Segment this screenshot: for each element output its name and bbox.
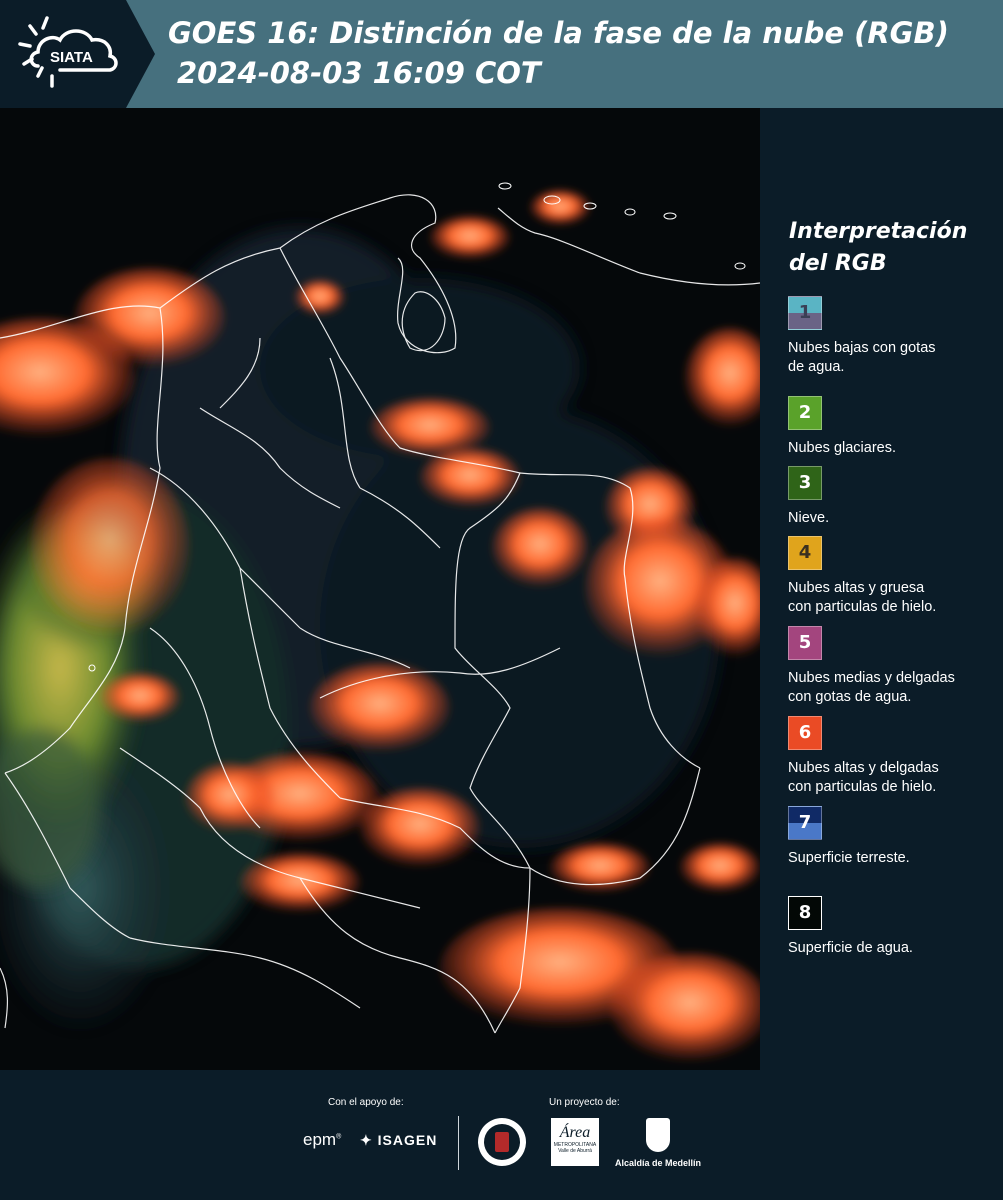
epm-logo[interactable]: epm® bbox=[303, 1130, 341, 1150]
legend-label-line1: Nubes glaciares. bbox=[788, 440, 896, 456]
legend-label-line1: Superficie de agua. bbox=[788, 940, 913, 956]
legend-swatch: 1 bbox=[788, 296, 822, 330]
project-label: Un proyecto de: bbox=[549, 1097, 620, 1108]
legend-item-5: 5 Nubes medias y delgadas con gotas de agu… bbox=[788, 626, 1003, 707]
siata-logo[interactable]: SIATA bbox=[0, 0, 155, 108]
legend-swatch: 8 bbox=[788, 896, 822, 930]
legend-item-6: 6 Nubes altas y delgadas con particulas de… bbox=[788, 716, 1003, 797]
legend-label: Nubes altas y gruesa con particulas de hi… bbox=[788, 579, 1003, 617]
isagen-wordmark: ISAGEN bbox=[377, 1132, 438, 1148]
legend-label: Nubes bajas con gotas de agua. bbox=[788, 339, 1003, 377]
legend-label: Nubes altas y delgadas con particulas de … bbox=[788, 759, 1003, 797]
legend-swatch: 3 bbox=[788, 466, 822, 500]
page-title: GOES 16: Distinción de la fase de la nub… bbox=[168, 16, 949, 50]
legend-label: Nubes glaciares. bbox=[788, 439, 1003, 458]
support-label: Con el apoyo de: bbox=[328, 1097, 404, 1108]
legend-item-1: 1 Nubes bajas con gotas de agua. bbox=[788, 296, 1003, 377]
area-metropolitana-logo[interactable]: Área METROPOLITANA Valle de Aburrá bbox=[551, 1118, 599, 1166]
legend-swatch: 6 bbox=[788, 716, 822, 750]
epm-wordmark: epm bbox=[303, 1130, 337, 1149]
university-seal-icon[interactable] bbox=[478, 1118, 526, 1166]
satellite-map-svg bbox=[0, 108, 760, 1070]
legend-label-line2: con particulas de hielo. bbox=[788, 599, 937, 615]
alcaldia-logo[interactable]: Alcaldía de Medellín bbox=[612, 1118, 704, 1174]
legend-label-line1: Superficie terreste. bbox=[788, 850, 910, 866]
legend-label: Superficie terreste. bbox=[788, 849, 1003, 868]
legend-swatch-number: 2 bbox=[798, 402, 812, 423]
legend-label-line2: de agua. bbox=[788, 359, 845, 375]
legend-item-4: 4 Nubes altas y gruesa con particulas de h… bbox=[788, 536, 1003, 617]
siata-logo-graphic: SIATA bbox=[0, 0, 155, 108]
legend-swatch-number: 1 bbox=[798, 302, 812, 323]
legend-label-line1: Nubes bajas con gotas bbox=[788, 340, 936, 356]
legend-swatch: 2 bbox=[788, 396, 822, 430]
legend-label: Superficie de agua. bbox=[788, 939, 1003, 958]
legend-label: Nubes medias y delgadas con gotas de agua… bbox=[788, 669, 1003, 707]
legend-swatch-number: 3 bbox=[798, 472, 812, 493]
alcaldia-wordmark: Alcaldía de Medellín bbox=[614, 1158, 702, 1168]
valle-label: Valle de Aburrá bbox=[558, 1148, 592, 1154]
legend-label: Nieve. bbox=[788, 509, 1003, 528]
legend-title: Interpretación del RGB bbox=[789, 216, 967, 280]
logo-wordmark: SIATA bbox=[50, 49, 93, 66]
isagen-star-icon: ✦ bbox=[360, 1132, 373, 1148]
legend-label-line1: Nubes altas y delgadas bbox=[788, 760, 939, 776]
legend-label-line2: con gotas de agua. bbox=[788, 689, 912, 705]
legend-label-line1: Nubes medias y delgadas bbox=[788, 670, 955, 686]
page-timestamp: 2024-08-03 16:09 COT bbox=[177, 56, 541, 90]
legend-swatch-number: 8 bbox=[798, 902, 812, 923]
legend-panel: Interpretación del RGB 1 Nubes bajas con … bbox=[760, 108, 1003, 1070]
header-bar: SIATA GOES 16: Distinción de la fase de … bbox=[0, 0, 1003, 108]
satellite-image[interactable] bbox=[0, 108, 760, 1070]
medellin-shield-icon bbox=[646, 1118, 670, 1152]
legend-item-2: 2 Nubes glaciares. bbox=[788, 396, 1003, 458]
legend-title-line1: Interpretación bbox=[789, 219, 968, 244]
area-wordmark: Área bbox=[559, 1124, 591, 1141]
legend-swatch-number: 4 bbox=[798, 542, 812, 563]
legend-swatch-number: 5 bbox=[798, 632, 812, 653]
legend-label-line2: con particulas de hielo. bbox=[788, 779, 937, 795]
legend-label-line1: Nubes altas y gruesa bbox=[788, 580, 925, 596]
legend-item-8: 8 Superficie de agua. bbox=[788, 896, 1003, 958]
legend-item-7: 7 Superficie terreste. bbox=[788, 806, 1003, 868]
legend-swatch: 4 bbox=[788, 536, 822, 570]
footer-divider bbox=[458, 1116, 459, 1170]
legend-swatch-number: 6 bbox=[798, 722, 812, 743]
legend-label-line1: Nieve. bbox=[788, 510, 830, 526]
legend-swatch: 7 bbox=[788, 806, 822, 840]
legend-swatch: 5 bbox=[788, 626, 822, 660]
isagen-logo[interactable]: ✦ ISAGEN bbox=[360, 1132, 437, 1149]
legend-item-3: 3 Nieve. bbox=[788, 466, 1003, 528]
footer: Con el apoyo de: Un proyecto de: epm® ✦ … bbox=[0, 1070, 1003, 1200]
legend-title-line2: del RGB bbox=[789, 251, 887, 276]
legend-swatch-number: 7 bbox=[798, 812, 812, 833]
